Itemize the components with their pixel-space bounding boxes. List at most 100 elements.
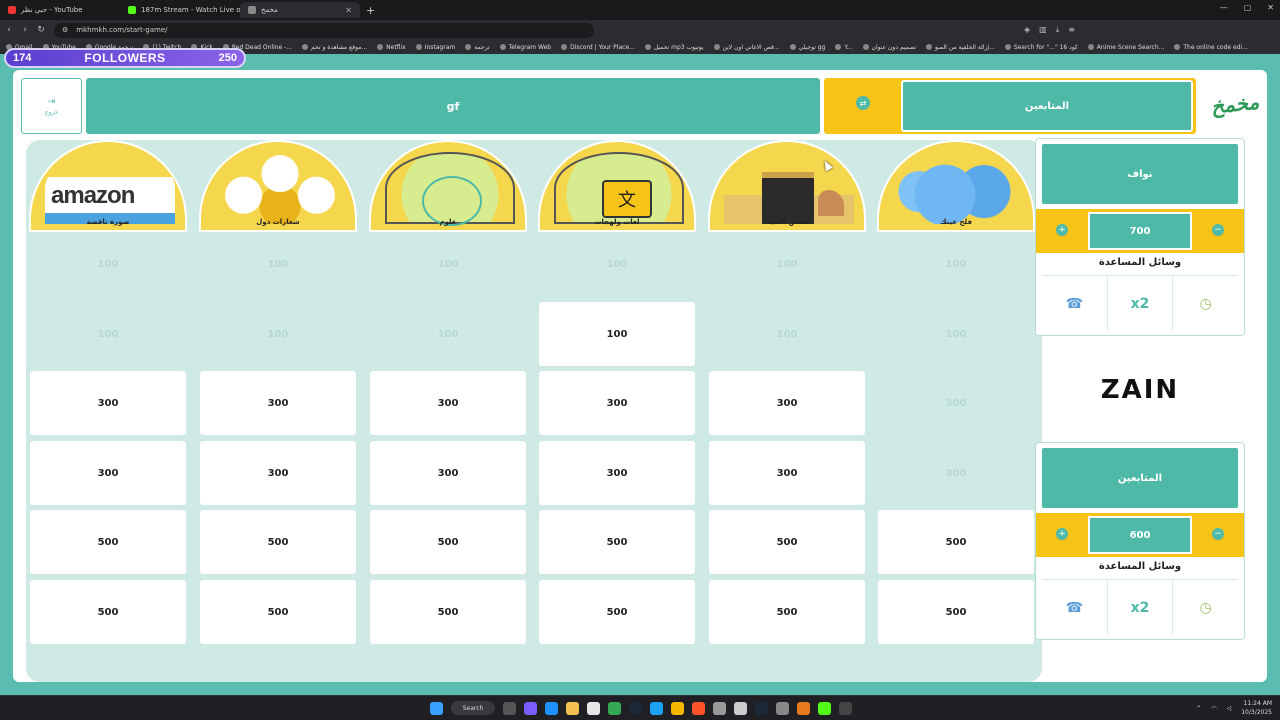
question-cell[interactable]: 300: [539, 441, 695, 505]
app-icon[interactable]: [671, 701, 684, 715]
bookmark-item[interactable]: The online code edi...: [1174, 44, 1248, 51]
copilot-icon[interactable]: [524, 701, 537, 715]
question-cell[interactable]: 500: [370, 510, 526, 574]
bookmark-item[interactable]: Search for "..." 16 كود: [1004, 44, 1078, 51]
reload-icon[interactable]: ↻: [34, 25, 48, 35]
question-cell[interactable]: 500: [200, 510, 356, 574]
sidebar-icon[interactable]: ▥: [1039, 25, 1047, 35]
chrome-icon[interactable]: [608, 701, 621, 715]
question-cell[interactable]: 500: [30, 580, 186, 644]
timer-icon[interactable]: ◷: [1172, 276, 1238, 331]
close-window-icon[interactable]: ✕: [1267, 3, 1274, 12]
question-cell[interactable]: 500: [878, 510, 1034, 574]
question-cell-used: 100: [200, 232, 356, 296]
question-cell[interactable]: 500: [709, 580, 865, 644]
browser-tab-youtube[interactable]: حبي نظر - YouTube: [0, 2, 120, 18]
bookmark-item[interactable]: Instagram: [415, 44, 455, 51]
taskbar-search[interactable]: Search: [451, 701, 495, 715]
browser-tab-active[interactable]: مخمخ ✕: [240, 2, 360, 18]
exit-button[interactable]: ⇥ خروج: [21, 78, 82, 134]
double-points-button[interactable]: x2: [1106, 276, 1173, 331]
bookmark-item[interactable]: Discord | Your Place...: [561, 44, 635, 51]
double-points-button[interactable]: x2: [1106, 580, 1173, 635]
bookmark-item[interactable]: قص الاغاني اون لاين...: [713, 44, 780, 51]
steam-icon[interactable]: [629, 701, 642, 715]
question-cell[interactable]: 300: [539, 371, 695, 435]
volume-icon[interactable]: ◁: [1227, 705, 1232, 712]
bookmark-item[interactable]: تحميل mp3 يوتيوب: [644, 44, 704, 51]
bookmark-item[interactable]: ترجمة: [465, 44, 490, 51]
brave-icon[interactable]: [692, 701, 705, 715]
team-panel: نواف +700 − وسائل المساعدة ☎ x2 ◷: [1035, 138, 1245, 336]
question-cell[interactable]: 300: [370, 371, 526, 435]
question-cell[interactable]: 300: [370, 441, 526, 505]
followers-overlay: 174 FOLLOWERS 250: [4, 48, 246, 68]
app-icon[interactable]: [776, 701, 789, 715]
bookmark-item[interactable]: إزالة الخلفية من الصو...: [926, 44, 995, 51]
forward-icon[interactable]: ›: [18, 25, 32, 35]
store-icon[interactable]: [587, 701, 600, 715]
close-tab-icon[interactable]: ✕: [345, 6, 352, 15]
site-logo[interactable]: مخمخ: [1205, 81, 1265, 127]
question-cell[interactable]: 300: [709, 441, 865, 505]
app-icon[interactable]: [713, 701, 726, 715]
url-field[interactable]: ⚙ mkhmkh.com/start-game/: [54, 22, 594, 38]
bookmark-item[interactable]: Y...: [835, 44, 853, 51]
question-cell[interactable]: 500: [30, 510, 186, 574]
minimize-icon[interactable]: —: [1220, 3, 1228, 12]
question-cell[interactable]: 300: [30, 371, 186, 435]
question-cell[interactable]: 300: [200, 441, 356, 505]
question-cell[interactable]: 100: [539, 302, 695, 366]
maximize-icon[interactable]: ▢: [1244, 3, 1252, 12]
app-icon[interactable]: [650, 701, 663, 715]
question-cell[interactable]: 300: [30, 441, 186, 505]
new-tab-button[interactable]: +: [360, 4, 381, 17]
extension-icon[interactable]: ◈: [1024, 25, 1030, 35]
timer-icon[interactable]: ◷: [1172, 580, 1238, 635]
bookmark-icon: [302, 44, 309, 50]
bookmark-item[interactable]: موقع مشاهدة و تحم...: [302, 44, 367, 51]
edge-icon[interactable]: [545, 701, 558, 715]
download-icon[interactable]: ⤓: [1056, 25, 1060, 35]
back-icon[interactable]: ‹: [2, 25, 16, 35]
question-cell[interactable]: 500: [200, 580, 356, 644]
system-tray: ⌃ ◠ ◁ 11:24 AM 10/3/2025: [1196, 699, 1272, 717]
bookmark-item[interactable]: تصميم دون عنوان: [862, 44, 916, 51]
decrease-score-button[interactable]: −: [1212, 528, 1224, 540]
question-cell[interactable]: 500: [709, 510, 865, 574]
phone-icon[interactable]: ☎: [1042, 276, 1107, 331]
site-info-icon[interactable]: ⚙: [62, 26, 68, 34]
question-cell[interactable]: 500: [539, 580, 695, 644]
amazon-logo-image: amazon: [45, 152, 175, 224]
app-icon[interactable]: [734, 701, 747, 715]
browser-tab-kick[interactable]: 187m Stream - Watch Live on Kick ✕: [120, 2, 240, 18]
wifi-icon[interactable]: ◠: [1211, 705, 1216, 712]
obs-icon[interactable]: [839, 701, 852, 715]
menu-icon[interactable]: ≡: [1068, 25, 1075, 35]
question-cell-used: 300: [878, 371, 1034, 435]
question-cell[interactable]: 500: [539, 510, 695, 574]
bookmark-item[interactable]: Anime Scene Search...: [1087, 44, 1164, 51]
bookmark-item[interactable]: Netflix: [377, 44, 406, 51]
question-cell[interactable]: 300: [709, 371, 865, 435]
clock[interactable]: 11:24 AM 10/3/2025: [1241, 699, 1272, 717]
tray-chevron-icon[interactable]: ⌃: [1196, 705, 1201, 712]
task-view-icon[interactable]: [503, 701, 516, 715]
file-explorer-icon[interactable]: [566, 701, 579, 715]
steam-icon[interactable]: [755, 701, 768, 715]
phone-icon[interactable]: ☎: [1042, 580, 1107, 635]
increase-score-button[interactable]: +: [1056, 528, 1068, 540]
question-cell[interactable]: 500: [878, 580, 1034, 644]
bookmark-item[interactable]: Telegram Web: [499, 44, 551, 51]
kick-icon[interactable]: [818, 701, 831, 715]
team-panel: المتابعين +600 − وسائل المساعدة ☎ x2 ◷: [1035, 442, 1245, 640]
question-cell[interactable]: 500: [370, 580, 526, 644]
decrease-score-button[interactable]: −: [1212, 224, 1224, 236]
bookmark-item[interactable]: توجيلي gg: [789, 44, 825, 51]
question-cell[interactable]: 300: [200, 371, 356, 435]
app-icon[interactable]: [797, 701, 810, 715]
windows-start-icon[interactable]: [430, 701, 443, 715]
increase-score-button[interactable]: +: [1056, 224, 1068, 236]
bookmark-icon: [1174, 44, 1181, 50]
swap-turn-icon[interactable]: ⇄: [856, 96, 870, 110]
